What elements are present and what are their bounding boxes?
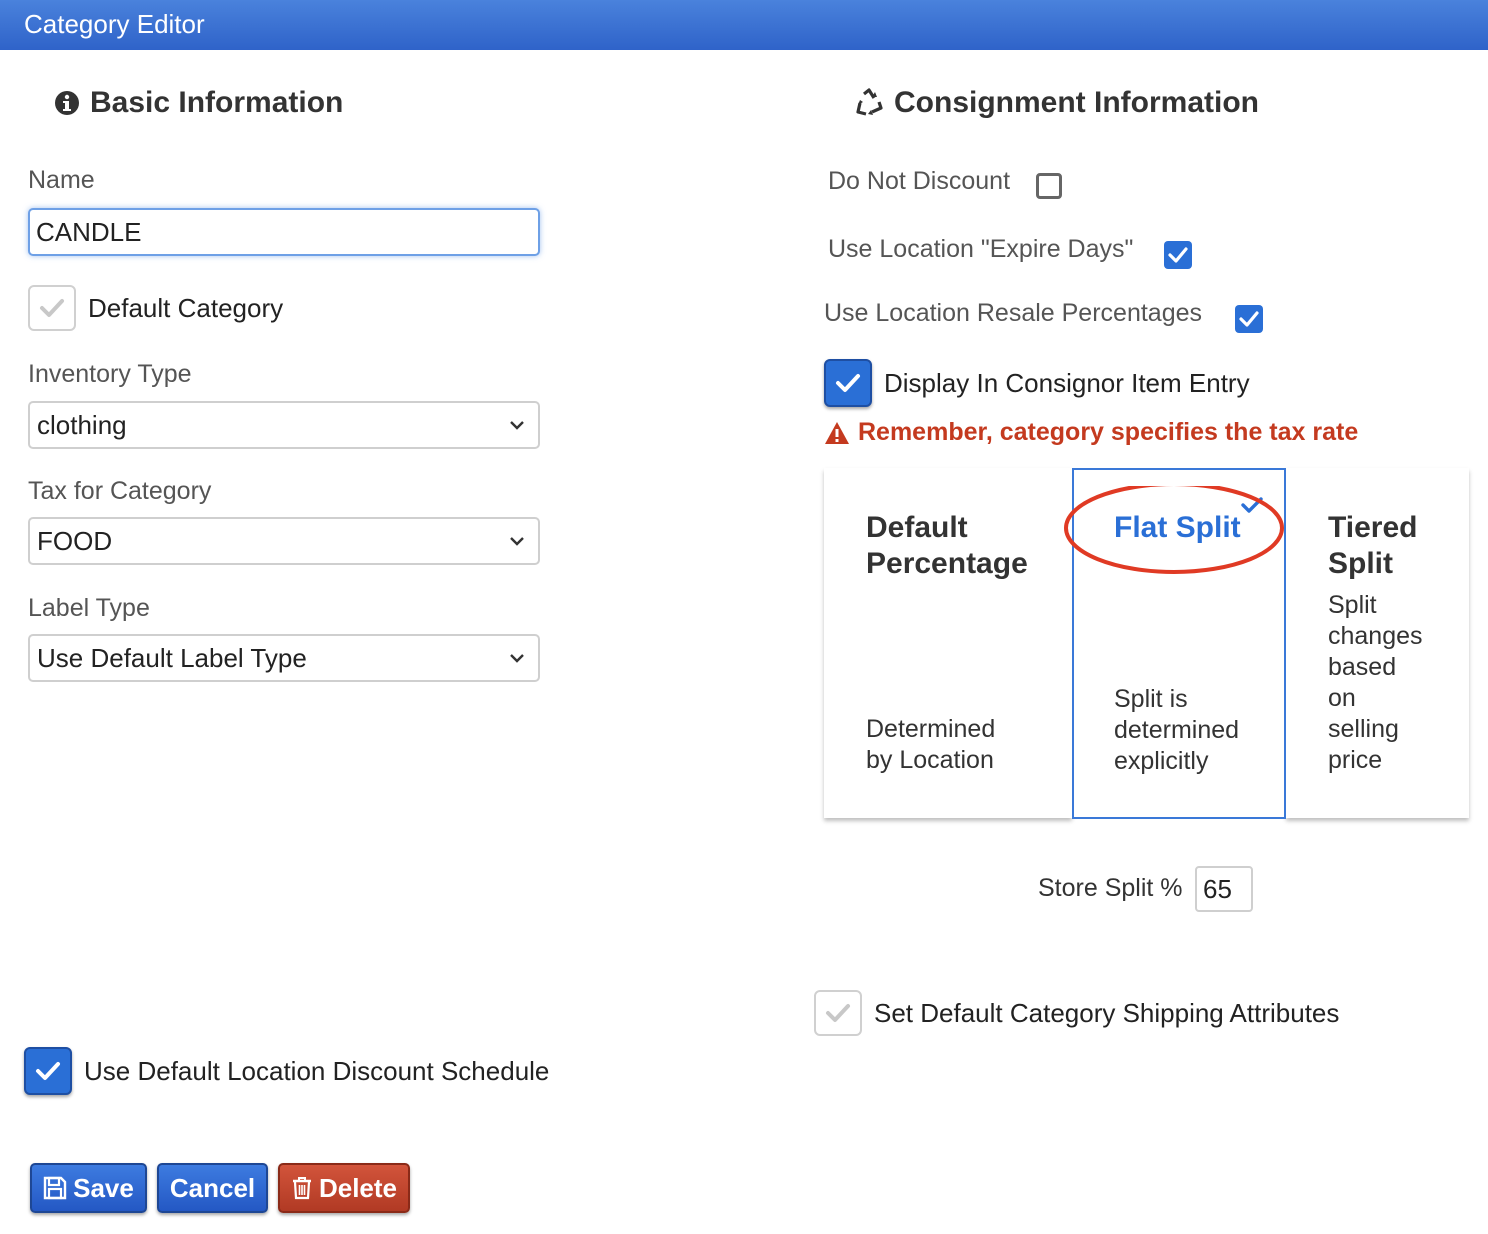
discount-schedule-checkbox[interactable] [24,1047,72,1095]
do-not-discount-checkbox[interactable] [1036,173,1062,199]
use-expire-days-checkbox[interactable] [1164,241,1192,269]
trash-icon [292,1177,311,1200]
chevron-down-icon [510,537,524,546]
cancel-button-label: Cancel [169,1172,256,1203]
check-icon [1239,311,1259,327]
check-icon [40,299,64,317]
recycle-icon [856,88,883,116]
name-input[interactable] [28,208,540,256]
discount-schedule-label: Use Default Location Discount Schedule [84,1056,550,1086]
tax-value: FOOD [37,525,113,556]
default-category-checkbox[interactable] [28,285,76,331]
shipping-attributes-label: Set Default Category Shipping Attributes [874,998,1340,1028]
label-type-label: Label Type [28,594,150,622]
tax-rate-warning-text: Remember, category specifies the tax rat… [858,418,1359,446]
store-split-input[interactable]: 65 [1195,866,1253,912]
label-type-value: Use Default Label Type [37,642,307,673]
consignment-info-heading: Consignment Information [854,86,1259,120]
check-icon [836,374,860,392]
basic-info-title: Basic Information [90,86,344,119]
store-split-label: Store Split % [1038,874,1183,902]
window-title: Category Editor [0,0,1488,50]
name-label: Name [28,166,95,194]
option-description: Split changes based on selling price [1328,591,1423,774]
cancel-button[interactable]: Cancel [157,1163,268,1213]
inventory-type-value: clothing [37,409,127,440]
check-icon [1168,247,1188,263]
check-icon [36,1062,60,1080]
consignment-info-title: Consignment Information [894,86,1259,119]
save-button[interactable]: Save [30,1163,147,1213]
use-resale-label: Use Location Resale Percentages [824,299,1203,327]
label-type-select[interactable]: Use Default Label Type [28,634,540,682]
option-title: Tiered Split [1328,511,1418,580]
warning-icon [825,421,849,444]
use-expire-days-label: Use Location "Expire Days" [828,235,1134,263]
inventory-type-select[interactable]: clothing [28,401,540,449]
check-icon [826,1004,850,1022]
default-category-label: Default Category [88,293,284,323]
option-description: Determined by Location [866,715,996,774]
tax-label: Tax for Category [28,477,212,505]
delete-button-label: Delete [318,1172,398,1203]
option-default-percentage[interactable]: Default Percentage Determined by Locatio… [824,468,1072,818]
option-tiered-split[interactable]: Tiered Split Split changes based on sell… [1286,468,1469,818]
use-resale-checkbox[interactable] [1235,305,1263,333]
tax-select[interactable]: FOOD [28,517,540,565]
do-not-discount-label: Do Not Discount [828,167,1011,195]
floppy-disk-icon [43,1176,67,1200]
highlight-circle [1064,486,1284,574]
shipping-attributes-checkbox[interactable] [814,990,862,1036]
option-title: Default Percentage [866,511,1028,580]
chevron-down-icon [510,654,524,663]
save-button-label: Save [73,1172,134,1203]
info-circle-icon [55,91,79,115]
delete-button[interactable]: Delete [278,1163,410,1213]
basic-info-heading: Basic Information [54,86,343,120]
display-consignor-label: Display In Consignor Item Entry [884,368,1250,398]
tax-rate-warning: Remember, category specifies the tax rat… [824,418,1358,447]
option-description: Split is determined explicitly [1114,685,1240,775]
display-consignor-checkbox[interactable] [824,359,872,407]
inventory-type-label: Inventory Type [28,360,192,388]
chevron-down-icon [510,421,524,430]
